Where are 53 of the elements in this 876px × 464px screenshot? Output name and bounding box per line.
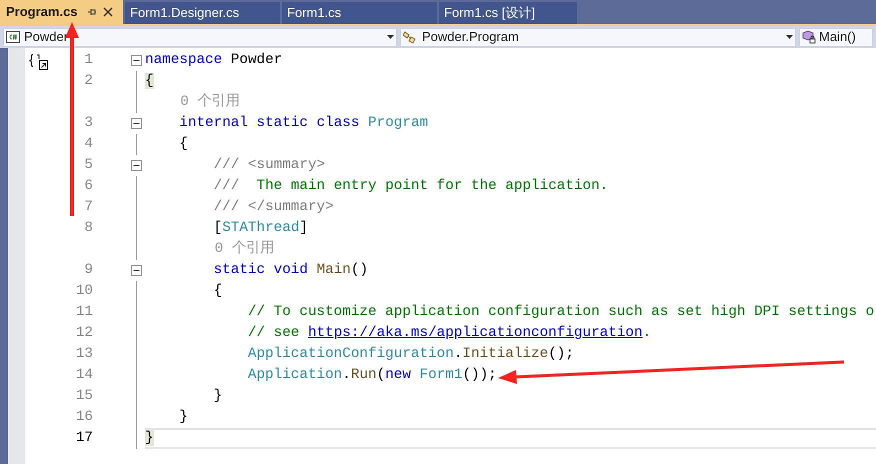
- code-line: static void Main(): [214, 260, 368, 280]
- collapse-icon[interactable]: [131, 265, 142, 276]
- line-number: 15: [74, 386, 93, 406]
- line-number: 11: [74, 302, 93, 322]
- code-line: {: [179, 134, 188, 154]
- close-icon[interactable]: [102, 7, 113, 17]
- line-number: 1: [83, 50, 93, 70]
- collapse-icon[interactable]: [131, 55, 142, 66]
- caret-icon: [387, 35, 394, 39]
- project-name: Powder: [24, 28, 70, 46]
- code-line: }: [179, 408, 188, 427]
- code-line: }: [214, 386, 222, 406]
- code-line: /// </summary>: [214, 198, 334, 217]
- line-number: 3: [83, 114, 93, 133]
- code-line: {: [214, 282, 222, 301]
- line-number: 9: [83, 260, 93, 280]
- collapse-icon[interactable]: [131, 118, 142, 129]
- line-number: 13: [74, 344, 93, 364]
- line-number: 2: [83, 72, 93, 91]
- project-dropdown[interactable]: Powder: [3, 28, 397, 46]
- document-tab[interactable]: Form1.cs: [282, 2, 437, 24]
- caret-icon: [786, 35, 793, 39]
- document-tab[interactable]: Program.cs: [0, 0, 123, 24]
- code-line: // To customize application configuration such as set high DPI settings o: [248, 302, 874, 322]
- document-tab[interactable]: Form1.cs [设计]: [439, 2, 577, 24]
- line-number: 5: [83, 156, 93, 175]
- code-line: Application.Run(new Form1());: [248, 366, 497, 385]
- type-name: Powder.Program: [422, 28, 520, 46]
- line-number: 12: [74, 324, 93, 343]
- code-line: // see https://aka.ms/applicationconfiguration.: [248, 324, 652, 343]
- csharp-file-icon: [6, 31, 20, 43]
- line-number: 10: [74, 282, 93, 301]
- pin-icon[interactable]: [86, 7, 97, 17]
- code-line: namespace Powder: [145, 50, 282, 70]
- line-number: 17: [74, 428, 93, 448]
- line-number: 6: [83, 176, 93, 196]
- member-dropdown[interactable]: Main(): [799, 28, 873, 46]
- type-dropdown[interactable]: Powder.Program: [400, 28, 796, 46]
- line-number: 4: [83, 134, 93, 154]
- code-line: [STAThread]: [214, 218, 308, 238]
- line-number: 8: [83, 218, 93, 238]
- method-icon: [802, 30, 817, 44]
- code-line: internal static class Program: [179, 114, 428, 133]
- line-number: 7: [83, 198, 93, 217]
- code-scope-icon: [28, 53, 50, 73]
- code-line: /// The main entry point for the application.: [214, 176, 608, 196]
- line-number: 14: [74, 366, 93, 385]
- line-number: 16: [74, 408, 93, 427]
- member-name: Main(): [819, 28, 856, 46]
- code-line: ApplicationConfiguration.Initialize();: [248, 344, 574, 364]
- document-tab[interactable]: Form1.Designer.cs: [125, 2, 280, 24]
- code-line: /// <summary>: [214, 156, 326, 175]
- collapse-icon[interactable]: [131, 160, 142, 171]
